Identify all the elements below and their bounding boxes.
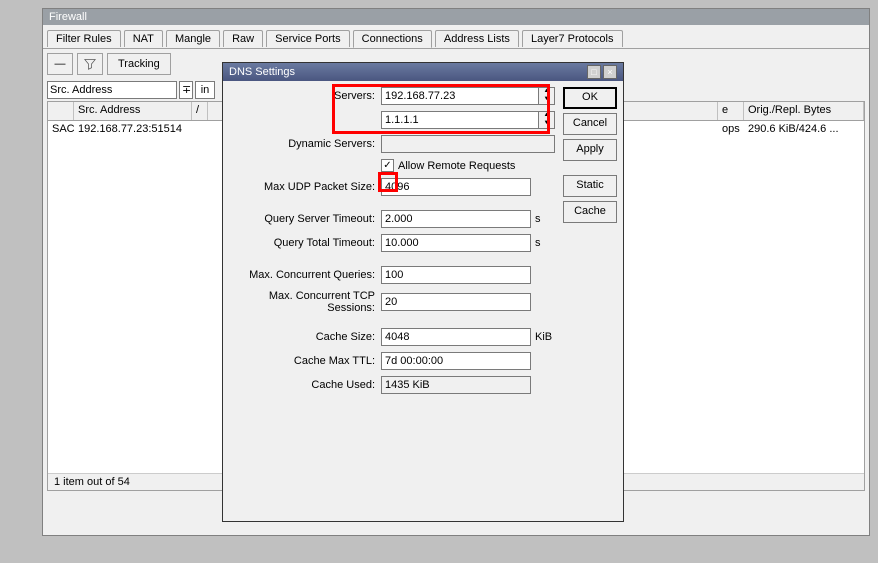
apply-button[interactable]: Apply [563,139,617,161]
cache-size-label: Cache Size: [229,331,381,343]
col-e[interactable]: e [718,102,744,120]
servers-label: Servers: [229,90,381,102]
tab-address-lists[interactable]: Address Lists [435,30,519,47]
filter-op-select[interactable] [195,81,215,99]
query-server-timeout-label: Query Server Timeout: [229,213,381,225]
max-udp-input[interactable] [381,178,531,196]
cache-used-label: Cache Used: [229,379,381,391]
tab-raw[interactable]: Raw [223,30,263,47]
cell-e: ops [718,121,744,139]
server-2-input[interactable] [381,111,539,129]
tracking-button[interactable]: Tracking [107,53,171,75]
dns-title-text: DNS Settings [229,66,295,78]
server-1-input[interactable] [381,87,539,105]
static-button[interactable]: Static [563,175,617,197]
dns-form: Servers: ▲▼ ▲▼ Dynamic Servers: ✓ Allow … [229,87,555,400]
tab-mangle[interactable]: Mangle [166,30,220,47]
tab-connections[interactable]: Connections [353,30,432,48]
dynamic-servers-input [381,135,555,153]
dns-settings-dialog: DNS Settings □ × Servers: ▲▼ ▲▼ Dynamic … [222,62,624,522]
cache-size-input[interactable] [381,328,531,346]
tab-layer7[interactable]: Layer7 Protocols [522,30,623,47]
tab-strip: Filter Rules NAT Mangle Raw Service Port… [43,29,869,49]
firewall-titlebar: Firewall [43,9,869,25]
max-concurrent-queries-input[interactable] [381,266,531,284]
cancel-button[interactable]: Cancel [563,113,617,135]
minimize-icon[interactable]: □ [587,65,601,79]
cache-max-ttl-label: Cache Max TTL: [229,355,381,367]
max-concurrent-queries-label: Max. Concurrent Queries: [229,269,381,281]
filter-field-select[interactable] [47,81,177,99]
dns-button-column: OK Cancel Apply Static Cache [563,87,617,400]
cell-src: 192.168.77.23:51514 [74,121,208,139]
query-total-timeout-label: Query Total Timeout: [229,237,381,249]
max-concurrent-tcp-input[interactable] [381,293,531,311]
dynamic-servers-label: Dynamic Servers: [229,138,381,150]
unit-kib: KiB [531,331,555,343]
cache-max-ttl-input[interactable] [381,352,531,370]
allow-remote-checkbox[interactable]: ✓ [381,159,394,172]
funnel-icon [84,58,96,70]
tab-filter-rules[interactable]: Filter Rules [47,30,121,47]
max-concurrent-tcp-label: Max. Concurrent TCP Sessions: [229,290,381,314]
server-1-spinner[interactable]: ▲▼ [539,87,555,105]
close-icon[interactable]: × [603,65,617,79]
query-server-timeout-input[interactable] [381,210,531,228]
cache-used-input [381,376,531,394]
col-src-address[interactable]: Src. Address [74,102,192,120]
filter-field-dd[interactable]: ∓ [179,81,193,99]
cache-button[interactable]: Cache [563,201,617,223]
unit-s-2: s [531,237,555,249]
col-flag[interactable] [48,102,74,120]
query-total-timeout-input[interactable] [381,234,531,252]
ok-button[interactable]: OK [563,87,617,109]
col-sort[interactable]: / [192,102,208,120]
tab-nat[interactable]: NAT [124,30,163,47]
dns-titlebar[interactable]: DNS Settings □ × [223,63,623,81]
tab-service-ports[interactable]: Service Ports [266,30,349,47]
unit-s-1: s [531,213,555,225]
allow-remote-label: Allow Remote Requests [394,160,515,172]
max-udp-label: Max UDP Packet Size: [229,181,381,193]
server-2-spinner[interactable]: ▲▼ [539,111,555,129]
cell-tag: SACs [48,121,74,139]
remove-button[interactable]: — [47,53,73,75]
cell-bytes: 290.6 KiB/424.6 ... [744,121,864,139]
col-bytes[interactable]: Orig./Repl. Bytes [744,102,864,120]
filter-button[interactable] [77,53,103,75]
